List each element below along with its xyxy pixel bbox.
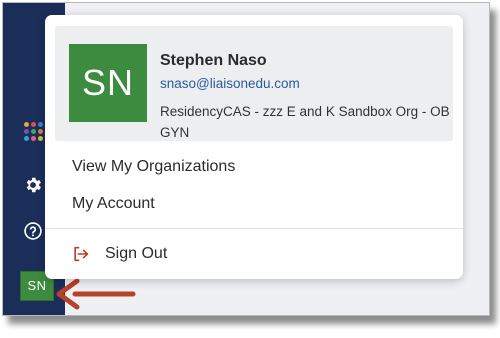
user-name: Stephen Naso	[160, 52, 267, 69]
apps-grid-icon[interactable]	[23, 121, 43, 141]
sign-out-icon	[74, 246, 89, 262]
help-icon[interactable]	[23, 221, 43, 241]
screenshot-frame: SN SN Stephen Naso snaso@liaisonedu.com …	[2, 2, 490, 316]
menu-divider	[45, 228, 463, 229]
avatar: SN	[69, 44, 147, 122]
sign-out-button[interactable]: Sign Out	[72, 243, 167, 265]
my-account-link[interactable]: My Account	[72, 195, 155, 213]
user-organization: ResidencyCAS - zzz E and K Sandbox Org -…	[160, 104, 450, 140]
profile-dropdown-menu: SN Stephen Naso snaso@liaisonedu.com Res…	[45, 15, 463, 279]
annotation-arrow-icon	[56, 278, 136, 310]
user-info-card: SN Stephen Naso snaso@liaisonedu.com Res…	[55, 26, 453, 141]
view-my-organizations-link[interactable]: View My Organizations	[72, 158, 235, 176]
user-email: snaso@liaisonedu.com	[160, 76, 300, 91]
sign-out-label: Sign Out	[105, 245, 168, 262]
gear-icon[interactable]	[23, 175, 43, 195]
